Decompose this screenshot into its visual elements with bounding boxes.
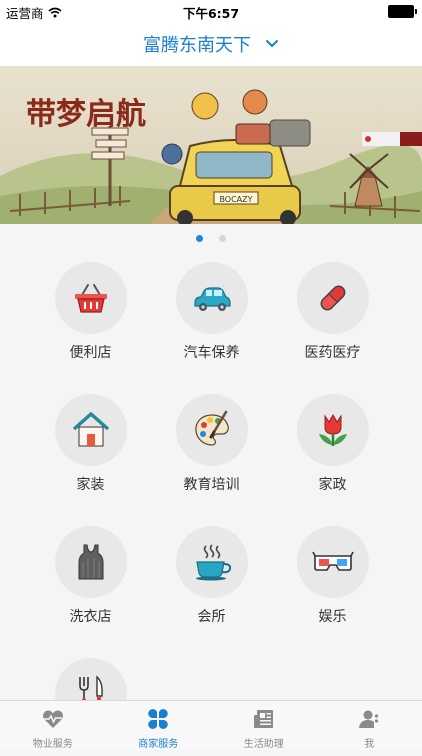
car-icon [190,276,234,320]
tab-me[interactable]: 我 [317,701,422,750]
license-plate: BOCAZY [219,195,252,204]
service-label: 洗衣店 [70,606,112,624]
service-icon-circle[interactable] [297,526,369,598]
grid-clover-icon [146,707,170,731]
tab-label: 物业服务 [33,735,73,750]
newspaper-icon [252,707,276,731]
service-convenience-store[interactable]: 便利店 [30,262,151,360]
service-car-maintenance[interactable]: 汽车保养 [151,262,272,360]
service-home-decoration[interactable]: 家装 [30,394,151,492]
3d-glasses-icon [311,540,355,584]
service-icon-circle[interactable] [176,526,248,598]
service-education[interactable]: 教育培训 [151,394,272,492]
chevron-down-icon[interactable] [265,39,279,49]
person-icon [357,707,381,731]
palette-icon [190,408,234,452]
tab-property-service[interactable]: 物业服务 [0,701,106,750]
banner-headline: 带梦启航 [26,97,146,132]
service-laundry[interactable]: 洗衣店 [30,526,151,624]
service-grid: 便利店 汽车保养 [30,262,392,756]
battery-icon [388,5,414,18]
service-icon-circle[interactable] [176,262,248,334]
carousel-indicator[interactable] [0,233,422,243]
banner-illustration[interactable]: BOCAZY 带梦启航 [0,66,422,224]
service-entertainment[interactable]: 娱乐 [272,526,393,624]
carousel-dot-2[interactable] [219,235,226,242]
service-icon-circle[interactable] [176,394,248,466]
basket-icon [69,276,113,320]
service-icon-circle[interactable] [55,262,127,334]
tab-label: 商家服务 [138,735,178,750]
service-label: 会所 [198,606,226,624]
service-icon-circle[interactable] [297,262,369,334]
service-label: 汽车保养 [184,342,240,360]
service-label: 家政 [319,474,347,492]
service-label: 教育培训 [184,474,240,492]
tulip-icon [311,408,355,452]
tab-label: 生活助理 [244,735,284,750]
service-icon-circle[interactable] [55,394,127,466]
tab-label: 我 [364,735,374,750]
service-icon-circle[interactable] [55,526,127,598]
service-label: 医药医疗 [305,342,361,360]
heartbeat-icon [41,707,65,731]
status-bar: 运营商 下午6:57 [0,0,422,22]
banner-carousel[interactable]: BOCAZY 带梦启航 [0,66,422,224]
pill-icon [311,276,355,320]
service-medical[interactable]: 医药医疗 [272,262,393,360]
service-label: 家装 [77,474,105,492]
carousel-dot-1[interactable] [196,235,203,242]
service-club[interactable]: 会所 [151,526,272,624]
coffee-cup-icon [190,540,234,584]
status-time: 下午6:57 [0,3,422,22]
community-title[interactable]: 富腾东南天下 [143,31,251,57]
service-icon-circle[interactable] [297,394,369,466]
tab-life-assistant[interactable]: 生活助理 [211,701,317,750]
tab-merchant-service[interactable]: 商家服务 [106,701,212,750]
vest-icon [69,540,113,584]
service-label: 娱乐 [319,606,347,624]
tab-bar: 物业服务 商家服务 生活助理 我 [0,700,422,750]
service-label: 便利店 [70,342,112,360]
house-icon [69,408,113,452]
nav-bar[interactable]: 富腾东南天下 [0,22,422,66]
service-housekeeping[interactable]: 家政 [272,394,393,492]
